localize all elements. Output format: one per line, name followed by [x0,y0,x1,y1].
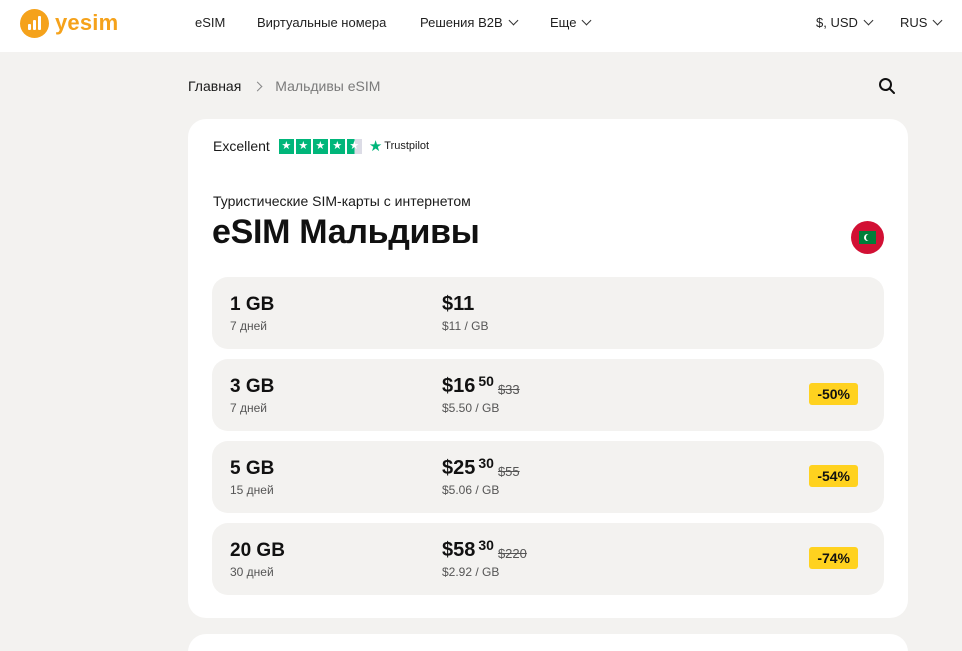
trustpilot-rating[interactable]: Excellent ★ ★ ★ ★ ★ ★ Trustpilot [213,137,429,155]
discount-badge: -54% [809,465,858,487]
breadcrumb-current: Мальдивы eSIM [275,78,381,94]
nav-esim-label: eSIM [195,15,226,30]
plan-duration: 7 дней [230,319,268,333]
yesim-logo-icon [20,8,49,38]
plan-data-amount: 20 GB [230,540,285,561]
plan-data-amount: 1 GB [230,294,275,315]
price-cents: 30 [478,455,494,471]
plan-option-3gb[interactable]: 3 GB 7 дней $16 50 $33 $5.50 / GB -50% [212,359,884,431]
chevron-down-icon [582,15,592,26]
price-cents: 30 [478,537,494,553]
price-old: $220 [497,546,527,561]
nav-b2b-dropdown[interactable]: Решения B2B [420,15,519,30]
top-header: yesim eSIM Виртуальные номера Решения B2… [0,0,962,52]
plan-option-20gb[interactable]: 20 GB 30 дней $58 30 $220 $2.92 / GB -74… [212,523,884,595]
trustpilot-rating-label: Excellent [213,138,270,154]
language-selector[interactable]: RUS [900,15,943,30]
discount-badge: -74% [809,547,858,569]
price-cents: 50 [478,373,494,389]
page-subtitle: Туристические SIM-карты с интернетом [213,193,471,209]
plan-duration: 7 дней [230,401,268,415]
search-button[interactable] [878,77,896,95]
currency-selector[interactable]: $, USD [816,15,874,30]
plan-price-per-gb: $2.92 / GB [442,565,500,579]
nav-virtual-numbers-label: Виртуальные номера [257,15,387,30]
trustpilot-logo: ★ Trustpilot [369,137,429,155]
plan-duration: 30 дней [230,565,274,579]
plan-price: $58 30 $220 [442,537,527,562]
breadcrumb-home[interactable]: Главная [188,78,241,94]
price-old: $55 [497,464,520,479]
nav-b2b-label: Решения B2B [420,15,503,30]
language-label: RUS [900,15,928,30]
yesim-logo[interactable]: yesim [20,8,118,38]
star-icon: ★ [295,138,311,154]
trustpilot-stars: ★ ★ ★ ★ ★ [278,138,362,154]
maldives-flag-icon [851,221,884,254]
plan-option-1gb[interactable]: 1 GB 7 дней $11 $11 / GB [212,277,884,349]
trustpilot-star-icon: ★ [368,138,383,155]
price-main: $25 [442,457,476,479]
star-icon: ★ [312,138,328,154]
search-icon [879,78,895,94]
plan-duration: 15 дней [230,483,274,497]
price-old: $33 [497,382,520,397]
nav-esim[interactable]: eSIM [195,15,225,30]
breadcrumb: Главная Мальдивы eSIM [188,78,380,94]
star-icon: ★ [329,138,345,154]
price-main: $16 [442,375,476,397]
plan-price-per-gb: $5.06 / GB [442,483,500,497]
plan-option-5gb[interactable]: 5 GB 15 дней $25 30 $55 $5.06 / GB -54% [212,441,884,513]
chevron-down-icon [508,15,519,26]
plan-data-amount: 5 GB [230,458,275,479]
next-section-card [188,634,908,651]
logo-text: yesim [55,10,119,35]
half-star-icon: ★ [346,138,362,154]
plan-price: $11 [442,293,474,316]
nav-more-dropdown[interactable]: Еще [550,15,592,30]
nav-virtual-numbers[interactable]: Виртуальные номера [257,15,386,30]
price-main: $58 [442,539,476,561]
plan-data-amount: 3 GB [230,376,275,397]
chevron-down-icon [863,15,874,26]
currency-label: $, USD [816,15,858,30]
trustpilot-brand: Trustpilot [384,140,430,152]
discount-badge: -50% [809,383,858,405]
esim-plans-card: Excellent ★ ★ ★ ★ ★ ★ Trustpilot Туристи… [188,119,908,618]
plan-price-per-gb: $11 / GB [442,319,489,333]
nav-more-label: Еще [550,15,577,30]
chevron-right-icon [252,81,263,91]
plan-price: $25 30 $55 [442,455,520,480]
chevron-down-icon [933,15,943,26]
price-main: $11 [442,293,475,315]
page-title: eSIM Мальдивы [212,213,480,251]
plan-price: $16 50 $33 [442,373,520,398]
plan-price-per-gb: $5.50 / GB [442,401,500,415]
star-icon: ★ [278,138,294,154]
